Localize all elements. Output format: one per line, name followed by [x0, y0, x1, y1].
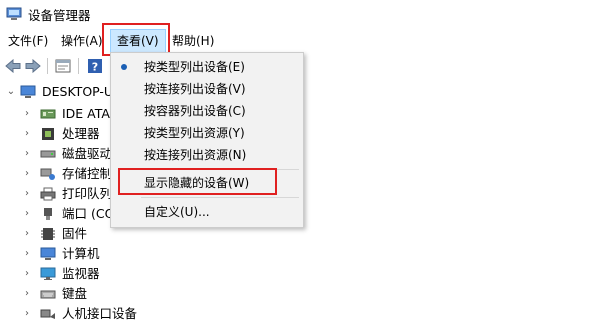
- menu-item-label: 显示隐藏的设备(W): [144, 176, 250, 190]
- chevron-right-icon[interactable]: ›: [22, 304, 32, 324]
- menu-item-label: 自定义(U)...: [144, 205, 210, 219]
- monitor-icon: [40, 267, 56, 280]
- category-label: 磁盘驱动: [62, 146, 113, 161]
- category-label: 端口 (CO: [62, 206, 115, 221]
- port-icon: [44, 208, 52, 220]
- menu-bar: 文件(F) 操作(A) 查看(V) 帮助(H): [0, 29, 600, 53]
- hid-icon: [40, 309, 55, 319]
- chevron-right-icon[interactable]: ›: [22, 164, 32, 184]
- back-arrow-icon[interactable]: [4, 57, 22, 75]
- svg-text:?: ?: [92, 61, 98, 74]
- device-manager-icon: [6, 7, 22, 20]
- menu-item-by-connection-resources[interactable]: 按连接列出资源(N): [111, 144, 303, 166]
- category-label: 处理器: [62, 126, 100, 141]
- keyboard-icon: [40, 290, 56, 299]
- category-label: 键盘: [62, 286, 88, 301]
- chevron-right-icon[interactable]: ›: [22, 204, 32, 224]
- disk-drive-icon: [40, 150, 56, 158]
- menu-item-by-type-resources[interactable]: 按类型列出资源(Y): [111, 122, 303, 144]
- category-label: 人机接口设备: [62, 306, 138, 321]
- category-label: 打印队列: [62, 186, 113, 201]
- properties-icon[interactable]: [54, 57, 72, 75]
- category-label: 固件: [62, 226, 88, 241]
- chevron-right-icon[interactable]: ›: [22, 224, 32, 244]
- chevron-right-icon[interactable]: ›: [22, 244, 32, 264]
- menu-item-by-container-devices[interactable]: 按容器列出设备(C): [111, 100, 303, 122]
- forward-arrow-icon[interactable]: [24, 57, 42, 75]
- chevron-right-icon[interactable]: ›: [22, 264, 32, 284]
- menu-file[interactable]: 文件(F): [2, 30, 54, 52]
- menu-action[interactable]: 操作(A): [55, 30, 109, 52]
- toolbar-separator: [78, 58, 79, 74]
- menu-item-label: 按连接列出资源(N): [144, 148, 247, 162]
- toolbar-separator: [47, 58, 48, 74]
- menu-separator: [141, 169, 299, 170]
- computer-icon: [20, 85, 36, 98]
- category-label: IDE ATA/: [62, 106, 115, 121]
- chevron-right-icon[interactable]: ›: [22, 124, 32, 144]
- menu-help[interactable]: 帮助(H): [166, 30, 220, 52]
- menu-item-label: 按类型列出资源(Y): [144, 126, 245, 140]
- radio-bullet-icon: [121, 64, 127, 70]
- firmware-icon: [41, 228, 55, 240]
- processor-icon: [42, 128, 54, 140]
- menu-separator: [141, 197, 299, 198]
- chevron-down-icon[interactable]: ⌄: [6, 82, 16, 102]
- category-label: 存储控制: [62, 166, 113, 181]
- chevron-right-icon[interactable]: ›: [22, 104, 32, 124]
- menu-view[interactable]: 查看(V): [110, 29, 166, 53]
- chevron-right-icon[interactable]: ›: [22, 284, 32, 304]
- menu-item-show-hidden-devices[interactable]: 显示隐藏的设备(W): [111, 172, 303, 194]
- menu-item-label: 按连接列出设备(V): [144, 82, 246, 96]
- window-title: 设备管理器: [28, 8, 91, 23]
- root-label: DESKTOP-U: [42, 84, 114, 99]
- chevron-right-icon[interactable]: ›: [22, 184, 32, 204]
- category-label: 监视器: [62, 266, 100, 281]
- title-bar: 设备管理器: [0, 0, 600, 28]
- view-dropdown-menu: 按类型列出设备(E) 按连接列出设备(V) 按容器列出设备(C) 按类型列出资源…: [110, 52, 304, 228]
- menu-item-label: 按容器列出设备(C): [144, 104, 246, 118]
- chevron-right-icon[interactable]: ›: [22, 144, 32, 164]
- printer-icon: [40, 187, 56, 201]
- menu-item-by-connection-devices[interactable]: 按连接列出设备(V): [111, 78, 303, 100]
- storage-controller-icon: [40, 168, 55, 180]
- menu-item-by-type-devices[interactable]: 按类型列出设备(E): [111, 56, 303, 78]
- ide-controller-icon: [40, 109, 56, 119]
- computer-icon: [40, 247, 56, 260]
- help-icon[interactable]: ?: [86, 57, 104, 75]
- menu-item-label: 按类型列出设备(E): [144, 60, 245, 74]
- menu-item-customize[interactable]: 自定义(U)...: [111, 201, 303, 223]
- category-label: 计算机: [62, 246, 100, 261]
